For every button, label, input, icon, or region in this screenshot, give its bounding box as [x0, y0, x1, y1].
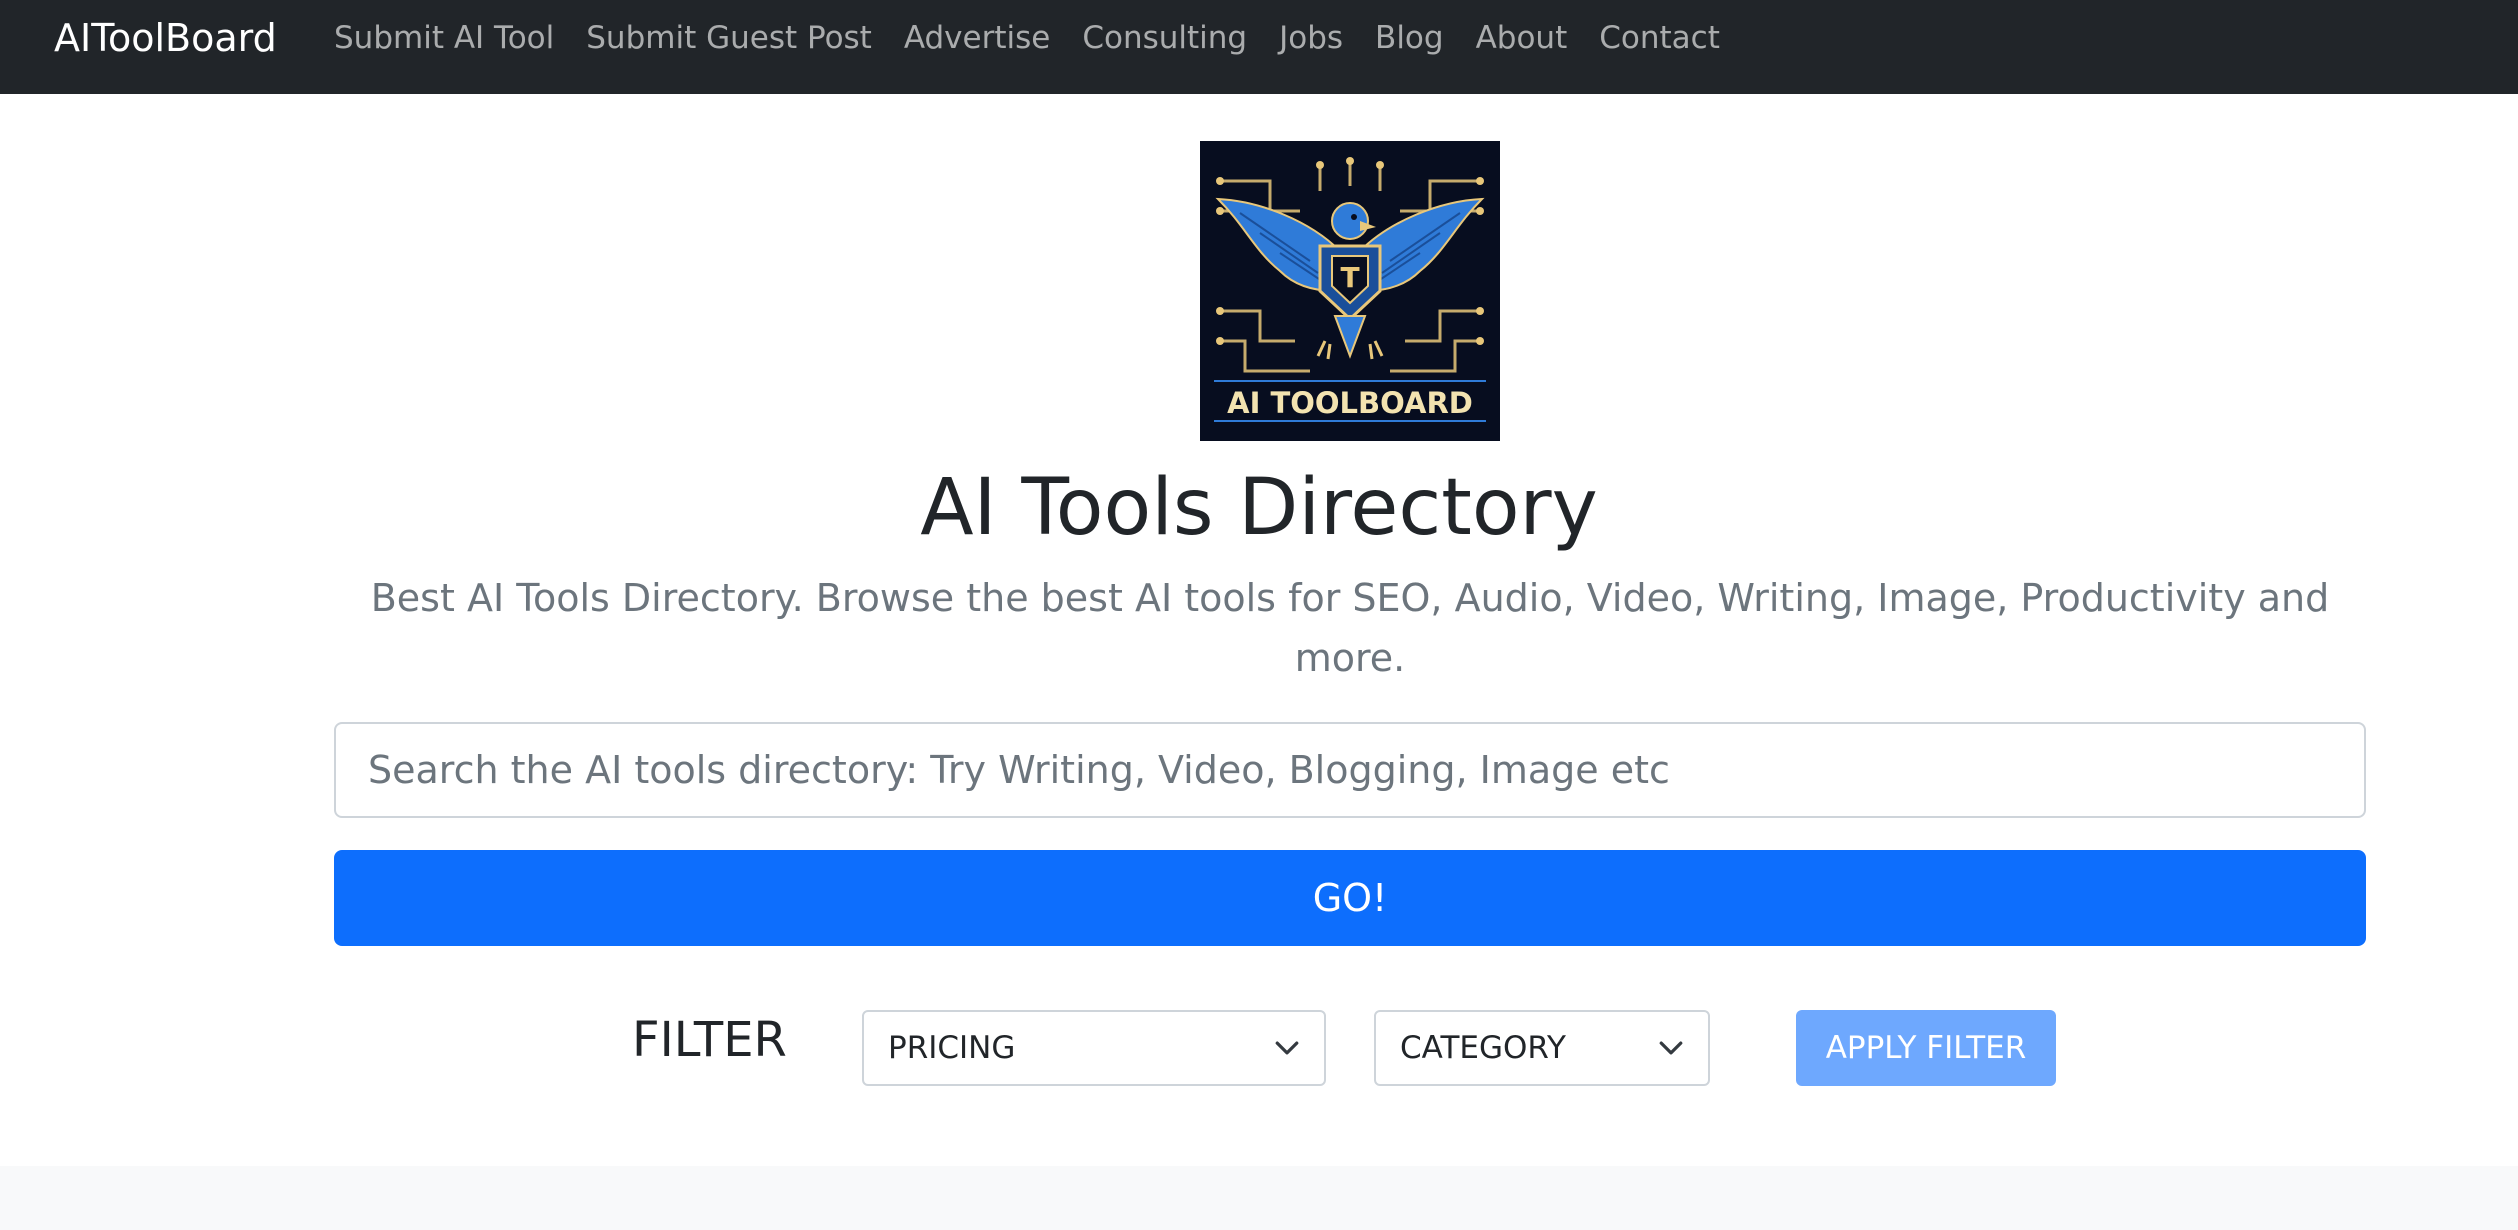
nav-item: Blog: [1359, 14, 1460, 62]
nav-links: Submit AI Tool Submit Guest Post Adverti…: [334, 14, 1736, 62]
brand-link[interactable]: AIToolBoard: [54, 14, 277, 62]
apply-filter-button[interactable]: APPLY FILTER: [1796, 1010, 2056, 1086]
filter-label: FILTER: [632, 1012, 787, 1068]
page-lead: Best AI Tools Directory. Browse the best…: [370, 576, 2330, 680]
logo-monogram: T: [1340, 261, 1359, 294]
site-logo: T AI TOOLBOARD: [1200, 141, 1500, 441]
top-navbar: AIToolBoard Submit AI Tool Submit Guest …: [0, 0, 2518, 94]
category-select-value: CATEGORY: [1400, 1030, 1566, 1066]
chevron-down-icon: [1275, 1041, 1299, 1055]
pricing-select[interactable]: PRICING: [862, 1010, 1326, 1086]
nav-item: Contact: [1583, 14, 1736, 62]
content-section-background: [0, 1166, 2518, 1230]
eagle-logo-icon: T AI TOOLBOARD: [1214, 157, 1486, 423]
nav-item: Submit AI Tool: [334, 14, 570, 62]
nav-link-consulting[interactable]: Consulting: [1066, 14, 1263, 62]
nav-link-advertise[interactable]: Advertise: [888, 14, 1067, 62]
pricing-select-value: PRICING: [888, 1030, 1016, 1066]
nav-item: Jobs: [1263, 14, 1359, 62]
nav-item: Consulting: [1066, 14, 1263, 62]
page-title: AI Tools Directory: [920, 463, 1598, 553]
nav-link-blog[interactable]: Blog: [1359, 14, 1460, 62]
logo-text: AI TOOLBOARD: [1227, 386, 1473, 420]
nav-item: About: [1460, 14, 1584, 62]
category-select[interactable]: CATEGORY: [1374, 1010, 1710, 1086]
nav-link-submit-guest-post[interactable]: Submit Guest Post: [570, 14, 888, 62]
nav-link-submit-ai-tool[interactable]: Submit AI Tool: [334, 14, 570, 62]
nav-item: Submit Guest Post: [570, 14, 888, 62]
nav-link-jobs[interactable]: Jobs: [1263, 14, 1359, 62]
chevron-down-icon: [1659, 1041, 1683, 1055]
nav-link-contact[interactable]: Contact: [1583, 14, 1736, 62]
search-input[interactable]: [334, 722, 2366, 818]
nav-link-about[interactable]: About: [1460, 14, 1584, 62]
go-button[interactable]: GO!: [334, 850, 2366, 946]
nav-item: Advertise: [888, 14, 1067, 62]
